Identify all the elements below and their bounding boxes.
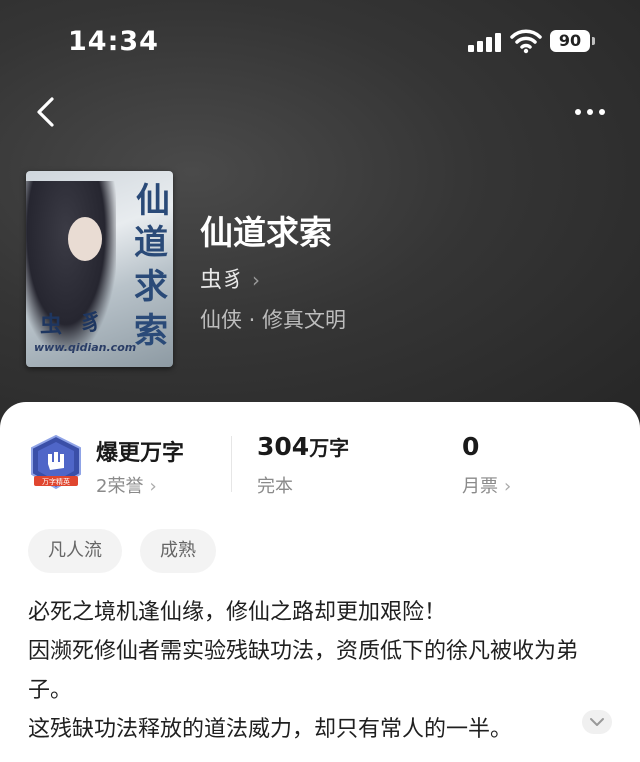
honor-title: 爆更万字: [96, 441, 185, 466]
expand-description-button[interactable]: [582, 710, 612, 734]
honor-link[interactable]: 2荣誉 ›: [96, 472, 157, 498]
status-bar: 14:34 90: [0, 0, 640, 80]
status-time: 14:34: [68, 26, 159, 57]
more-button[interactable]: [570, 100, 610, 124]
word-count: 304万字: [257, 432, 349, 461]
cover-title-char: 索: [134, 311, 168, 351]
cover-title-char: 道: [134, 223, 168, 263]
chevron-down-icon: [590, 718, 604, 726]
description-line: 因濒死修仙者需实验残缺功法，资质低下的徐凡被收为弟子。: [28, 639, 579, 703]
tag-chip[interactable]: 成熟: [140, 529, 216, 573]
book-genre: 仙侠 · 修真文明: [200, 308, 347, 332]
word-count-unit: 万字: [309, 436, 350, 460]
tag-chip[interactable]: 凡人流: [28, 529, 122, 573]
book-title: 仙道求索: [200, 213, 332, 252]
signal-icon: [468, 32, 502, 52]
stats-divider: [231, 436, 232, 492]
battery-level: 90: [558, 31, 582, 50]
monthly-ticket-link[interactable]: 月票 ›: [462, 472, 511, 498]
book-description: 必死之境机逢仙缘，修仙之路却更加艰险！ 因濒死修仙者需实验残缺功法，资质低下的徐…: [28, 593, 618, 749]
wifi-icon: [510, 29, 542, 54]
chevron-right-icon: ›: [504, 476, 512, 497]
chevron-left-icon: [37, 97, 54, 127]
battery-tip: [592, 37, 595, 45]
more-horizontal-icon: [575, 109, 605, 115]
chevron-right-icon: ›: [149, 476, 157, 497]
book-cover[interactable]: 仙 道 求 索 虫 豸 www.qidian.com: [26, 171, 173, 367]
cover-face: [68, 217, 102, 261]
back-button[interactable]: [30, 94, 62, 130]
monthly-ticket-label: 月票: [462, 476, 498, 497]
honor-badge-icon[interactable]: 万字精英: [28, 434, 84, 492]
battery-icon: 90: [550, 30, 590, 52]
honor-count: 2荣誉: [96, 476, 144, 497]
completion-status: 完本: [257, 476, 293, 497]
cover-author-char: 豸: [80, 310, 103, 336]
cover-author-char: 虫: [40, 312, 63, 338]
author-name: 虫豸: [200, 268, 245, 293]
cover-url: www.qidian.com: [34, 341, 137, 354]
badge-ribbon-text: 万字精英: [42, 477, 70, 486]
description-line: 这残缺功法释放的道法威力，却只有常人的一半。: [28, 717, 513, 742]
description-line: 必死之境机逢仙缘，修仙之路却更加艰险！: [28, 600, 447, 625]
monthly-ticket-count: 0: [462, 432, 480, 461]
author-link[interactable]: 虫豸 ›: [200, 262, 260, 294]
chevron-right-icon: ›: [252, 268, 261, 292]
cover-title-char: 求: [134, 267, 168, 307]
word-count-number: 304: [257, 432, 310, 461]
